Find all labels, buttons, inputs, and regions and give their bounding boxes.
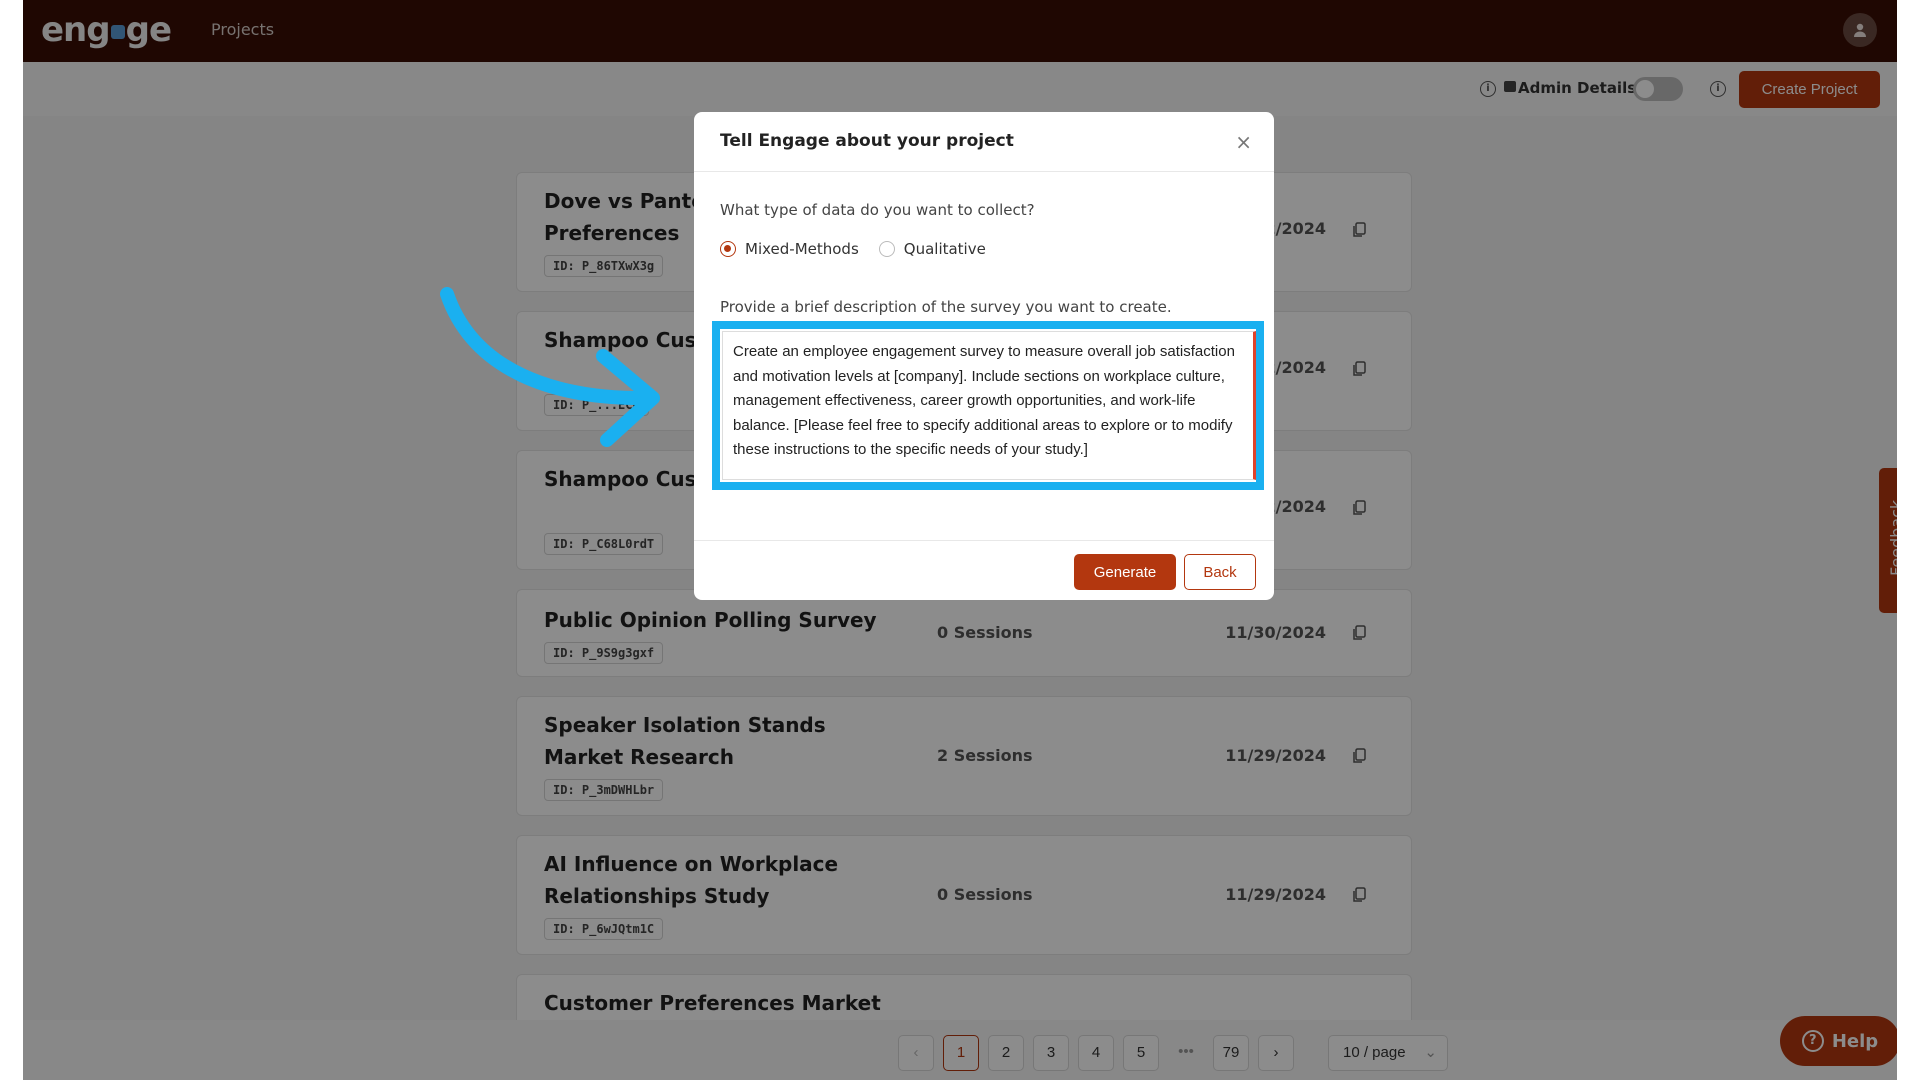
- radio-mixed-methods-label[interactable]: Mixed-Methods: [745, 240, 859, 258]
- data-type-radio-group: Mixed-Methods Qualitative: [720, 240, 986, 258]
- data-type-question: What type of data do you want to collect…: [720, 201, 1035, 219]
- description-highlight-box: Create an employee engagement survey to …: [712, 321, 1264, 490]
- modal-header: Tell Engage about your project ×: [694, 112, 1274, 172]
- close-icon[interactable]: ×: [1235, 130, 1252, 154]
- modal-footer: Generate Back: [694, 540, 1274, 600]
- generate-button[interactable]: Generate: [1074, 554, 1176, 590]
- radio-qualitative-label[interactable]: Qualitative: [904, 240, 986, 258]
- radio-mixed-methods[interactable]: [720, 241, 736, 257]
- description-label: Provide a brief description of the surve…: [720, 298, 1172, 316]
- radio-qualitative[interactable]: [878, 241, 895, 257]
- survey-description-textarea[interactable]: Create an employee engagement survey to …: [722, 331, 1256, 480]
- modal-title: Tell Engage about your project: [720, 131, 1014, 151]
- back-button[interactable]: Back: [1184, 554, 1256, 590]
- pointer-arrow-icon: [440, 287, 660, 447]
- app-window: eng ge Projects i Admin Details i Create …: [23, 0, 1897, 1080]
